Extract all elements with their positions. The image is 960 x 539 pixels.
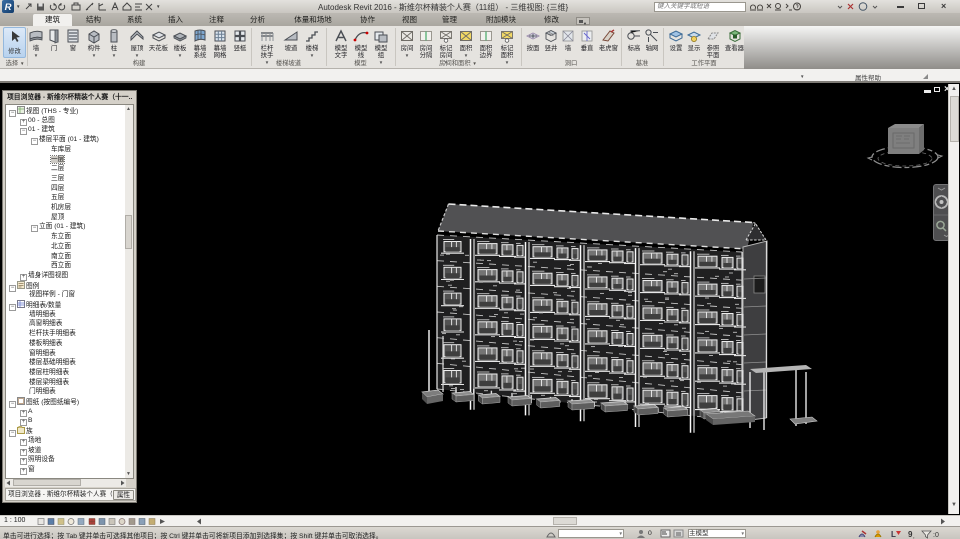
- svg-text::0: :0: [933, 532, 939, 539]
- svg-text:L: L: [891, 530, 896, 539]
- svg-text:,: ,: [913, 534, 915, 539]
